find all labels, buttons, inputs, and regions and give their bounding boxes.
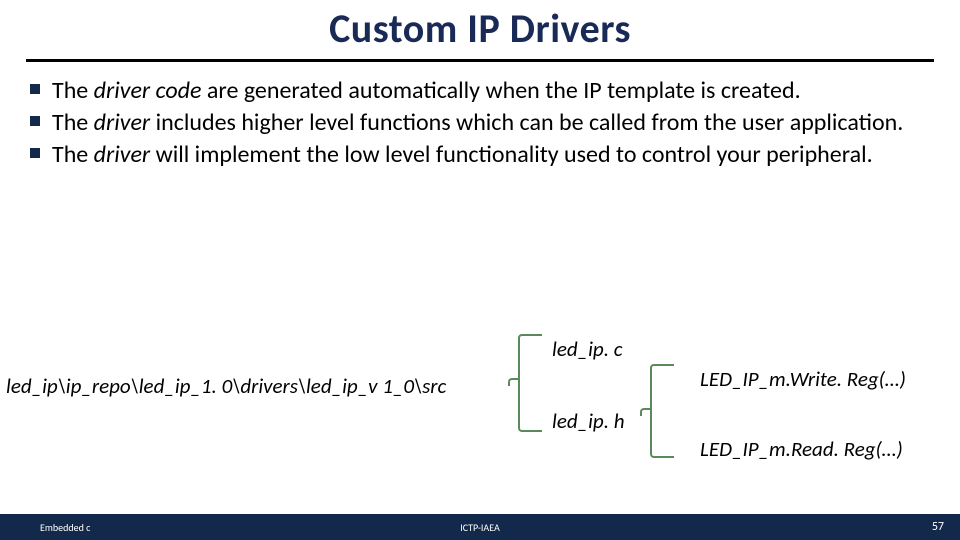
brace-icon: [508, 378, 520, 386]
body-text: The driver code are generated automatica…: [0, 62, 960, 170]
brace-icon: [640, 408, 652, 416]
file-h: led_ip. h: [552, 408, 625, 434]
brace-icon: [518, 334, 542, 382]
bullet-icon: [30, 116, 40, 126]
slide-number: 57: [932, 520, 944, 534]
footer-left: Embedded c: [40, 521, 90, 534]
brace-icon: [650, 364, 674, 412]
bullet-icon: [30, 148, 40, 158]
footer-center: ICTP-IAEA: [0, 521, 960, 534]
bullet-text: The driver includes higher level functio…: [52, 108, 903, 137]
function-write: LED_IP_m.Write. Reg(…): [700, 366, 906, 392]
slide-title: Custom IP Drivers: [329, 4, 631, 53]
file-tree-diagram: led_ip\ip_repo\led_ip_1. 0\drivers\led_i…: [0, 328, 960, 478]
driver-src-path: led_ip\ip_repo\led_ip_1. 0\drivers\led_i…: [6, 373, 446, 399]
bullet-icon: [30, 84, 40, 94]
file-c: led_ip. c: [552, 336, 623, 362]
slide-footer: Embedded c ICTP-IAEA 57: [0, 514, 960, 540]
bullet-2: The driver includes higher level functio…: [28, 108, 932, 138]
bullet-3: The driver will implement the low level …: [28, 140, 932, 170]
bullet-text: The driver will implement the low level …: [52, 140, 873, 169]
brace-icon: [650, 412, 674, 458]
bullet-text: The driver code are generated automatica…: [52, 76, 801, 105]
bullet-1: The driver code are generated automatica…: [28, 76, 932, 106]
brace-icon: [518, 382, 542, 432]
function-read: LED_IP_m.Read. Reg(…): [700, 436, 903, 462]
